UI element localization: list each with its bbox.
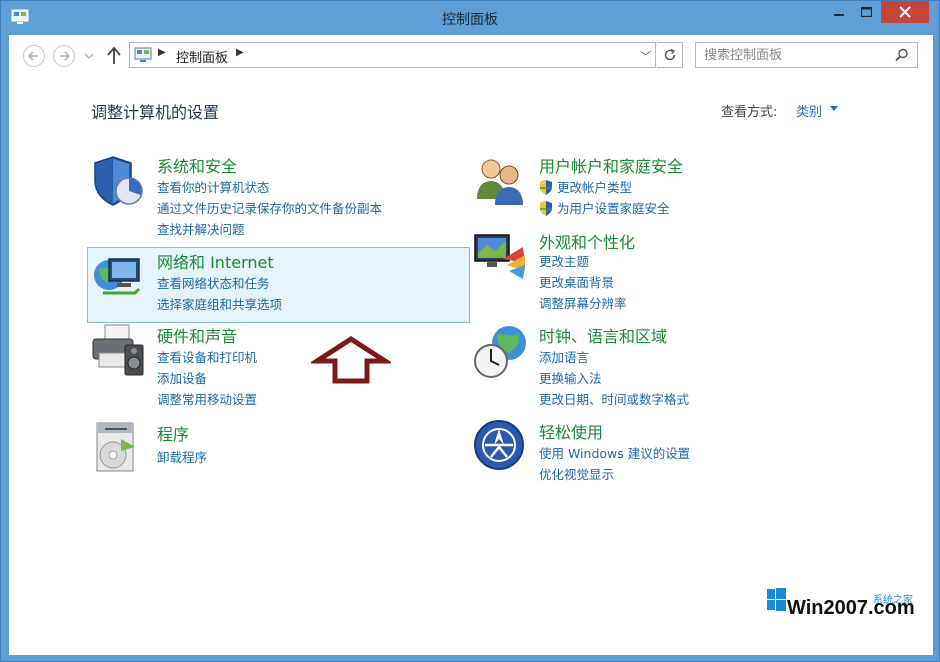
navigation-bar: ▶ 控制面板 ▶ ﹀ [9,35,933,77]
category-title[interactable]: 系统和安全 [157,153,237,177]
category-link[interactable]: 更改主题 [539,251,589,270]
category-link[interactable]: 更改帐户类型 [539,177,632,196]
category-link[interactable]: 添加设备 [157,368,207,387]
page-title: 调整计算机的设置 [91,103,220,122]
category-link[interactable]: 使用 Windows 建议的设置 [539,443,690,462]
category-link[interactable]: 为用户设置家庭安全 [539,198,670,217]
ease-of-access-icon[interactable] [473,419,529,475]
search-box[interactable] [695,42,918,68]
category-link[interactable]: 更改桌面背景 [539,272,614,291]
back-arrow-icon [28,51,38,61]
category-link[interactable]: 更改日期、时间或数字格式 [539,389,689,408]
close-icon [899,6,911,18]
uac-shield-icon [540,201,552,216]
search-input[interactable] [704,44,894,66]
category-link[interactable]: 调整屏幕分辨率 [539,293,627,312]
maximize-icon [860,7,872,17]
address-bar[interactable]: ▶ 控制面板 ▶ ﹀ [129,42,656,68]
watermark-text: Win2007.com [787,597,915,619]
category-link[interactable]: 卸载程序 [157,447,207,466]
clock-globe-icon[interactable] [473,323,529,379]
back-button[interactable] [23,45,45,67]
printer-icon[interactable] [91,323,147,379]
search-icon[interactable] [895,48,909,62]
forward-button[interactable] [53,45,75,67]
uac-shield-icon [540,180,552,195]
network-globe-icon[interactable] [91,249,147,305]
control-panel-icon [134,47,152,62]
shield-icon[interactable] [91,153,147,209]
chevron-down-icon[interactable]: ﹀ [640,48,651,64]
chevron-right-icon[interactable]: ▶ [236,47,244,58]
category-link[interactable]: 优化视觉显示 [539,464,614,483]
title-bar[interactable]: 控制面板 [1,1,939,35]
category-link[interactable]: 更换输入法 [539,368,602,387]
maximize-button[interactable] [853,1,879,23]
minimize-icon [834,14,844,16]
close-button[interactable] [881,1,929,23]
content-area: ▶ 控制面板 ▶ ﹀ 调整计算机的设置 查看方式: 类别 [9,35,933,655]
category-title[interactable]: 轻松使用 [539,419,603,443]
category-link[interactable]: 添加语言 [539,347,589,366]
window-title: 控制面板 [442,12,498,28]
category-title[interactable]: 外观和个性化 [539,229,635,253]
chevron-down-icon[interactable] [830,106,838,112]
category-link[interactable]: 查看设备和打印机 [157,347,257,366]
forward-arrow-icon [60,51,70,61]
category-link[interactable]: 查看你的计算机状态 [157,177,270,196]
up-arrow-icon[interactable] [105,45,123,67]
view-by-label: 查看方式: [721,105,778,120]
recent-pages-dropdown-icon[interactable] [83,49,95,63]
category-title[interactable]: 硬件和声音 [157,323,237,347]
category-link[interactable]: 查找并解决问题 [157,219,245,238]
link-text: 更改帐户类型 [557,180,633,195]
category-link[interactable]: 选择家庭组和共享选项 [157,294,282,313]
refresh-icon [664,48,675,61]
view-by-dropdown[interactable]: 类别 [796,101,822,120]
category-link[interactable]: 通过文件历史记录保存你的文件备份副本 [157,198,382,217]
monitor-palette-icon[interactable] [473,229,529,285]
link-text: 为用户设置家庭安全 [557,201,670,216]
category-title[interactable]: 用户帐户和家庭安全 [539,153,683,177]
chevron-right-icon[interactable]: ▶ [158,47,166,58]
category-title[interactable]: 网络和 Internet [157,249,274,273]
users-icon[interactable] [473,153,529,209]
category-link[interactable]: 调整常用移动设置 [157,389,257,408]
annotation-up-arrow-icon [311,336,391,384]
control-panel-window: 控制面板 ▶ 控制面板 ▶ ﹀ 搜索控制面板 调整计算机的设置 查看方式: 类别… [0,0,940,662]
minimize-button[interactable] [827,1,851,23]
category-link[interactable]: 查看网络状态和任务 [157,273,270,292]
category-title[interactable]: 时钟、语言和区域 [539,323,667,347]
refresh-button[interactable] [657,42,683,68]
breadcrumb[interactable]: 控制面板 [176,47,228,66]
category-title[interactable]: 程序 [157,421,189,445]
programs-icon[interactable] [91,421,147,477]
